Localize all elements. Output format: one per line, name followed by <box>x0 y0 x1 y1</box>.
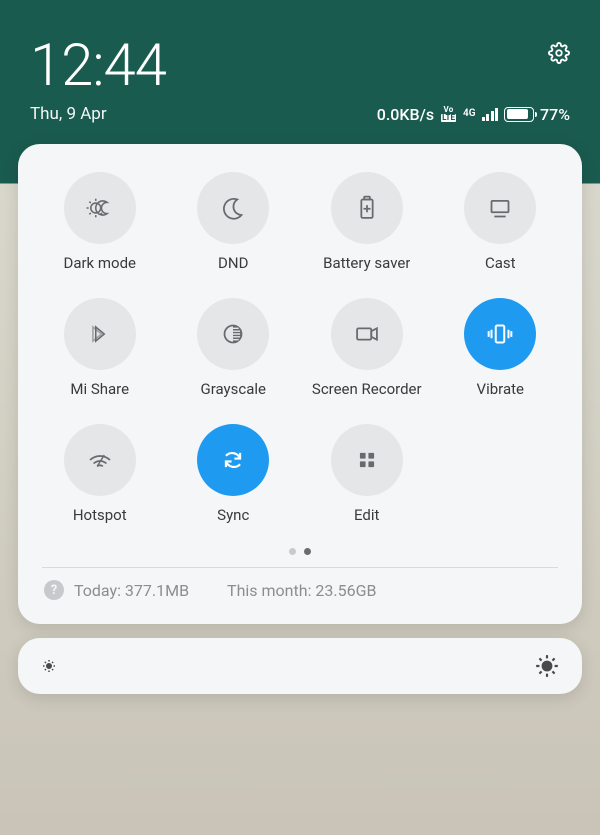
info-icon: ? <box>44 580 64 600</box>
grid-icon <box>350 443 384 477</box>
cast-icon <box>483 191 517 225</box>
brightness-low-icon <box>40 657 58 675</box>
battery-plus-icon <box>350 191 384 225</box>
tile-sync[interactable]: Sync <box>174 424 294 524</box>
hotspot-icon <box>83 443 117 477</box>
tiles-grid: Dark mode DND Battery saver <box>40 172 560 524</box>
tile-label: Hotspot <box>73 506 127 524</box>
sync-icon <box>216 443 250 477</box>
dark-mode-icon <box>83 191 117 225</box>
battery-icon <box>504 107 534 122</box>
status-header: 12:44 Thu, 9 Apr 0.0KB/s Vo LTE 4G 77% <box>0 0 600 124</box>
tile-grayscale[interactable]: Grayscale <box>174 298 294 398</box>
usage-month: This month: 23.56GB <box>227 581 376 600</box>
signal-icon <box>482 107 499 121</box>
tile-label: Mi Share <box>70 380 129 398</box>
vibrate-icon <box>483 317 517 351</box>
data-speed: 0.0KB/s <box>377 105 434 124</box>
camera-icon <box>350 317 384 351</box>
tile-label: Edit <box>354 506 379 524</box>
brightness-high-icon <box>534 653 560 679</box>
tile-dark-mode[interactable]: Dark mode <box>40 172 160 272</box>
pager-dot <box>289 548 296 555</box>
moon-icon <box>216 191 250 225</box>
tile-label: Dark mode <box>63 254 136 272</box>
tile-hotspot[interactable]: Hotspot <box>40 424 160 524</box>
gear-icon <box>548 42 570 64</box>
settings-button[interactable] <box>548 42 570 64</box>
date-text: Thu, 9 Apr <box>30 104 107 124</box>
tile-label: Sync <box>217 506 249 524</box>
tile-screen-recorder[interactable]: Screen Recorder <box>307 298 427 398</box>
contrast-icon <box>216 317 250 351</box>
tile-dnd[interactable]: DND <box>174 172 294 272</box>
tile-label: Battery saver <box>323 254 410 272</box>
share-icon <box>83 317 117 351</box>
tile-battery-saver[interactable]: Battery saver <box>307 172 427 272</box>
page-indicator[interactable] <box>40 548 560 555</box>
tile-vibrate[interactable]: Vibrate <box>441 298 561 398</box>
status-icons: 0.0KB/s Vo LTE 4G 77% <box>377 105 570 124</box>
network-type-icon: 4G <box>463 109 476 119</box>
brightness-slider[interactable] <box>18 638 582 694</box>
tile-label: Grayscale <box>200 380 266 398</box>
tile-label: Screen Recorder <box>312 380 422 398</box>
quick-settings-panel: Dark mode DND Battery saver <box>18 144 582 624</box>
tile-cast[interactable]: Cast <box>441 172 561 272</box>
tile-label: Cast <box>485 254 516 272</box>
clock-time: 12:44 <box>30 32 166 100</box>
tile-edit[interactable]: Edit <box>307 424 427 524</box>
divider <box>42 567 558 568</box>
volte-icon: Vo LTE <box>440 105 457 123</box>
usage-today: Today: 377.1MB <box>74 581 189 600</box>
data-usage-row[interactable]: ? Today: 377.1MB This month: 23.56GB <box>40 578 560 608</box>
tile-label: DND <box>218 254 248 272</box>
pager-dot-active <box>304 548 311 555</box>
tile-mi-share[interactable]: Mi Share <box>40 298 160 398</box>
battery-percent: 77% <box>540 105 570 124</box>
tile-label: Vibrate <box>477 380 524 398</box>
